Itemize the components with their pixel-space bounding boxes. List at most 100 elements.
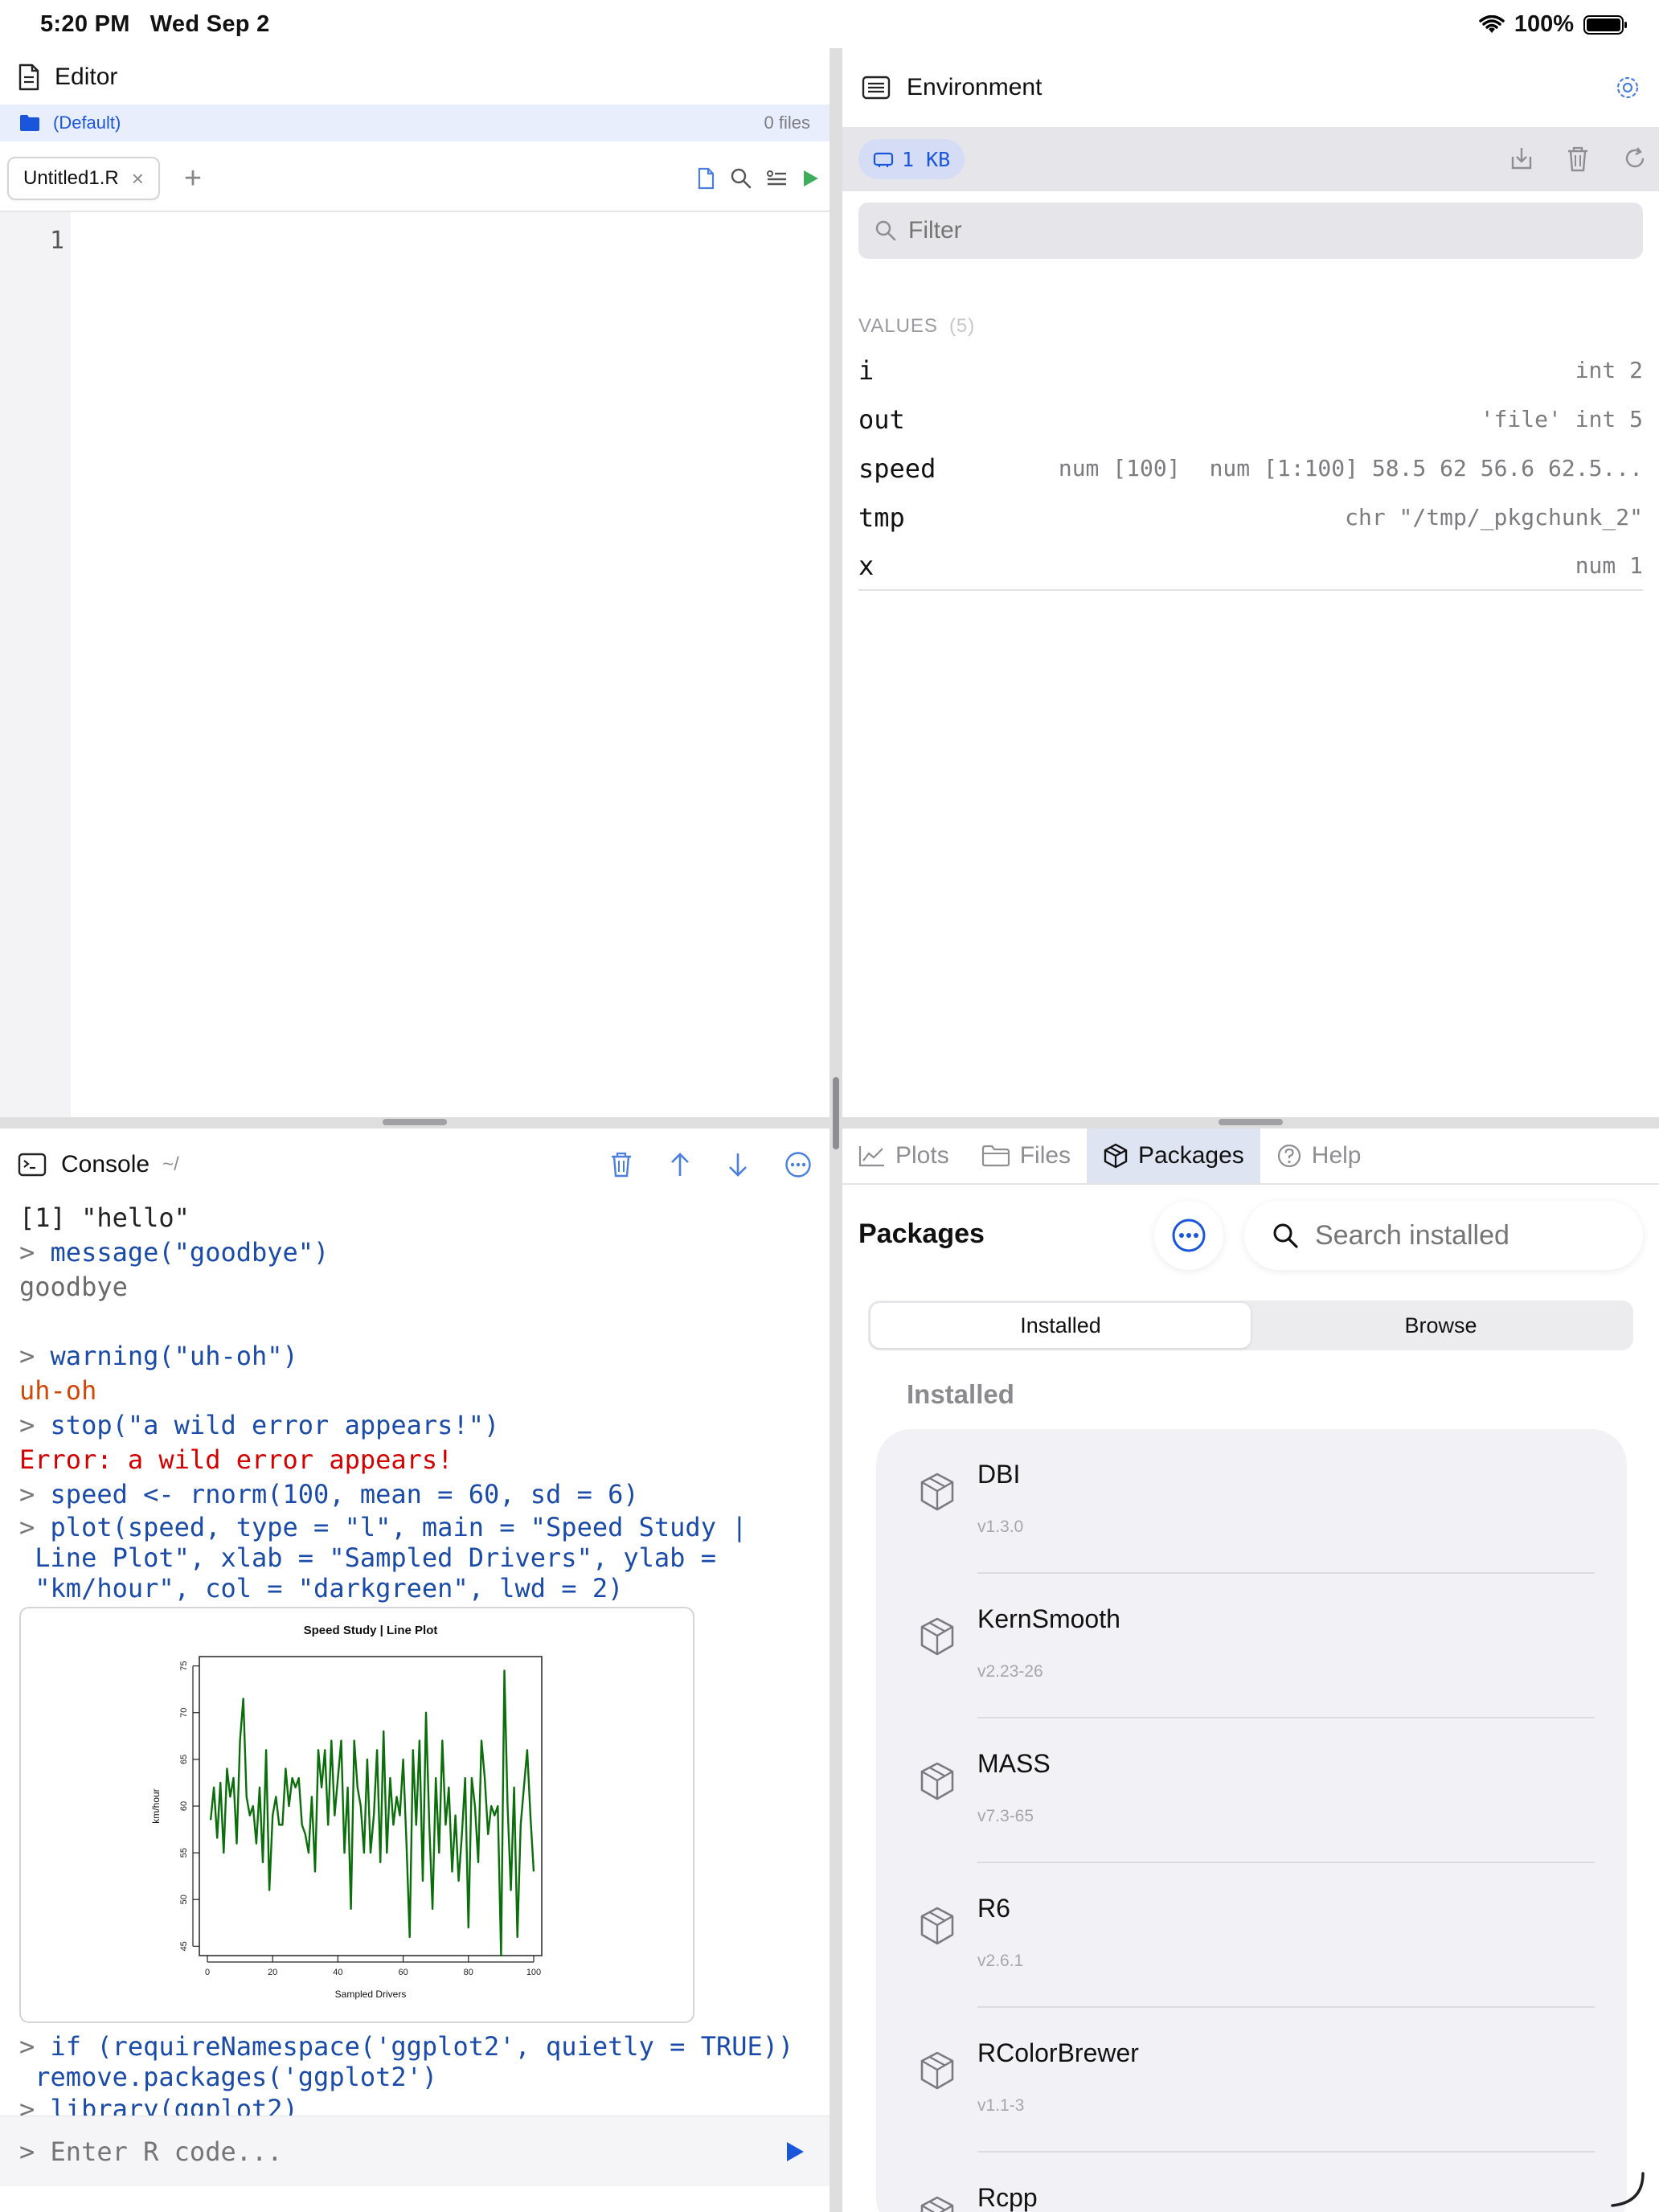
package-row[interactable]: KernSmooth v2.23-26 bbox=[876, 1574, 1627, 1718]
chart-icon bbox=[858, 1145, 886, 1167]
variable-row[interactable]: i int 2 bbox=[858, 346, 1643, 395]
variable-row[interactable]: out 'file' int 5 bbox=[858, 395, 1643, 444]
package-name: DBI bbox=[977, 1460, 1021, 1489]
segment-installed[interactable]: Installed bbox=[870, 1303, 1251, 1348]
clear-environment-icon[interactable] bbox=[1566, 145, 1590, 173]
console-prompt: > bbox=[19, 1479, 51, 1509]
package-row[interactable]: RColorBrewer v1.1-3 bbox=[876, 2008, 1627, 2153]
console-line: [1] "hello" bbox=[19, 1201, 830, 1235]
project-bar[interactable]: (Default) 0 files bbox=[0, 104, 830, 141]
import-icon[interactable] bbox=[1509, 145, 1534, 171]
console-line: > message("goodbye") bbox=[19, 1235, 830, 1270]
values-section-header: VALUES (5) bbox=[858, 315, 976, 337]
variable-row[interactable]: x num 1 bbox=[858, 542, 1643, 591]
vertical-split-handle[interactable] bbox=[833, 1077, 839, 1149]
package-name: MASS bbox=[977, 1749, 1051, 1778]
packages-segmented-control: Installed Browse bbox=[868, 1301, 1633, 1350]
settings-gear-icon[interactable] bbox=[1614, 74, 1641, 101]
variable-row[interactable]: speed num [100] num [1:100] 58.5 62 56.6 6… bbox=[858, 444, 1643, 493]
package-icon bbox=[918, 1760, 956, 1802]
close-tab-icon[interactable]: × bbox=[132, 166, 144, 191]
console-line-text: goodbye bbox=[19, 1272, 128, 1302]
console-line: goodbye bbox=[19, 1270, 830, 1305]
variable-value: int 2 bbox=[1575, 357, 1643, 383]
tab-label: Packages bbox=[1138, 1142, 1244, 1169]
history-up-icon[interactable] bbox=[669, 1151, 691, 1178]
package-search-box bbox=[1244, 1201, 1643, 1270]
console-title: Console bbox=[61, 1151, 150, 1178]
segment-browse[interactable]: Browse bbox=[1251, 1303, 1631, 1348]
package-icon bbox=[918, 1471, 956, 1513]
tab-packages[interactable]: Packages bbox=[1087, 1129, 1260, 1183]
search-icon bbox=[875, 220, 896, 241]
search-icon[interactable] bbox=[730, 167, 752, 190]
package-version: v2.6.1 bbox=[977, 1952, 1024, 1970]
plot-output[interactable]: Speed Study | Line Plot 0 20 40 60 80 100 45 50 5… bbox=[19, 1607, 694, 2023]
tab-help[interactable]: Help bbox=[1260, 1129, 1378, 1183]
package-version: v1.3.0 bbox=[977, 1518, 1024, 1536]
package-row[interactable]: Rcpp bbox=[876, 2153, 1627, 2212]
right-split-handle[interactable] bbox=[1219, 1119, 1283, 1125]
wifi-icon bbox=[1479, 14, 1505, 33]
chart-title: Speed Study | Line Plot bbox=[304, 1624, 438, 1637]
y-tick-label: 65 bbox=[179, 1755, 189, 1764]
package-search-input[interactable] bbox=[1315, 1219, 1620, 1251]
packages-more-button[interactable] bbox=[1154, 1201, 1223, 1270]
variable-name: i bbox=[858, 354, 875, 386]
send-button[interactable] bbox=[784, 2140, 805, 2163]
clear-console-icon[interactable] bbox=[609, 1151, 633, 1178]
editor-title: Editor bbox=[55, 63, 118, 90]
console-line-text: [1] "hello" bbox=[19, 1202, 190, 1233]
format-list-icon[interactable] bbox=[765, 167, 788, 190]
console-line-text: Error: a wild error appears! bbox=[19, 1444, 453, 1475]
variable-value: num 1 bbox=[1575, 552, 1643, 579]
editor-tab-untitled1[interactable]: Untitled1.R × bbox=[7, 157, 160, 200]
console-line-text: uh-oh bbox=[19, 1375, 97, 1406]
console-input[interactable] bbox=[19, 2136, 784, 2167]
run-icon[interactable] bbox=[801, 168, 820, 189]
variable-row[interactable]: tmp chr "/tmp/_pkgchunk_2" bbox=[858, 493, 1643, 542]
battery-icon bbox=[1583, 14, 1627, 35]
variable-value: num [1:100] 58.5 62 56.6 62.5... bbox=[1209, 455, 1643, 481]
variable-name: out bbox=[858, 403, 905, 435]
tab-files[interactable]: Files bbox=[965, 1129, 1087, 1183]
package-icon bbox=[918, 1905, 956, 1947]
x-tick-label: 80 bbox=[464, 1968, 473, 1977]
tab-label: Help bbox=[1311, 1142, 1362, 1169]
package-row[interactable]: DBI v1.3.0 bbox=[876, 1429, 1627, 1574]
console-line: uh-oh bbox=[19, 1374, 830, 1408]
console-line: > warning("uh-oh") bbox=[19, 1339, 830, 1374]
console-toolbar bbox=[609, 1151, 812, 1178]
line-number-gutter: 1 bbox=[0, 212, 71, 1117]
project-name: (Default) bbox=[53, 113, 121, 133]
status-time: 5:20 PM Wed Sep 2 bbox=[40, 11, 270, 37]
values-count: (5) bbox=[948, 315, 976, 337]
code-editor[interactable] bbox=[71, 212, 830, 1117]
package-name: R6 bbox=[977, 1894, 1010, 1923]
package-row[interactable]: R6 v2.6.1 bbox=[876, 1863, 1627, 2008]
left-split-handle[interactable] bbox=[383, 1119, 447, 1125]
filter-input[interactable] bbox=[908, 217, 1219, 244]
line-number: 1 bbox=[49, 227, 64, 255]
console-prompt: > bbox=[19, 2094, 51, 2116]
package-version: v1.1-3 bbox=[977, 2096, 1025, 2115]
variable-value: chr "/tmp/_pkgchunk_2" bbox=[1345, 504, 1643, 530]
add-tab-button[interactable]: + bbox=[184, 163, 202, 194]
status-indicators: 100% bbox=[1479, 11, 1628, 38]
package-icon bbox=[918, 2050, 956, 2091]
package-row[interactable]: MASS v7.3-65 bbox=[876, 1718, 1627, 1863]
editor-tab-bar: Untitled1.R × + bbox=[0, 146, 830, 212]
more-options-icon[interactable] bbox=[784, 1151, 812, 1178]
variable-name: speed bbox=[858, 453, 936, 484]
console-prompt: > bbox=[19, 1341, 51, 1371]
history-down-icon[interactable] bbox=[727, 1151, 749, 1178]
console-line-text: plot(speed, type = "l", main = "Speed St… bbox=[35, 1512, 748, 1604]
package-icon bbox=[918, 2194, 956, 2212]
new-file-icon[interactable] bbox=[696, 167, 717, 190]
tab-plots[interactable]: Plots bbox=[842, 1129, 965, 1183]
refresh-icon[interactable] bbox=[1622, 145, 1648, 171]
resize-corner-icon[interactable] bbox=[1608, 2170, 1646, 2209]
document-icon bbox=[18, 63, 39, 91]
console-prompt: > bbox=[19, 1410, 51, 1440]
console-prompt: > bbox=[19, 1237, 51, 1268]
